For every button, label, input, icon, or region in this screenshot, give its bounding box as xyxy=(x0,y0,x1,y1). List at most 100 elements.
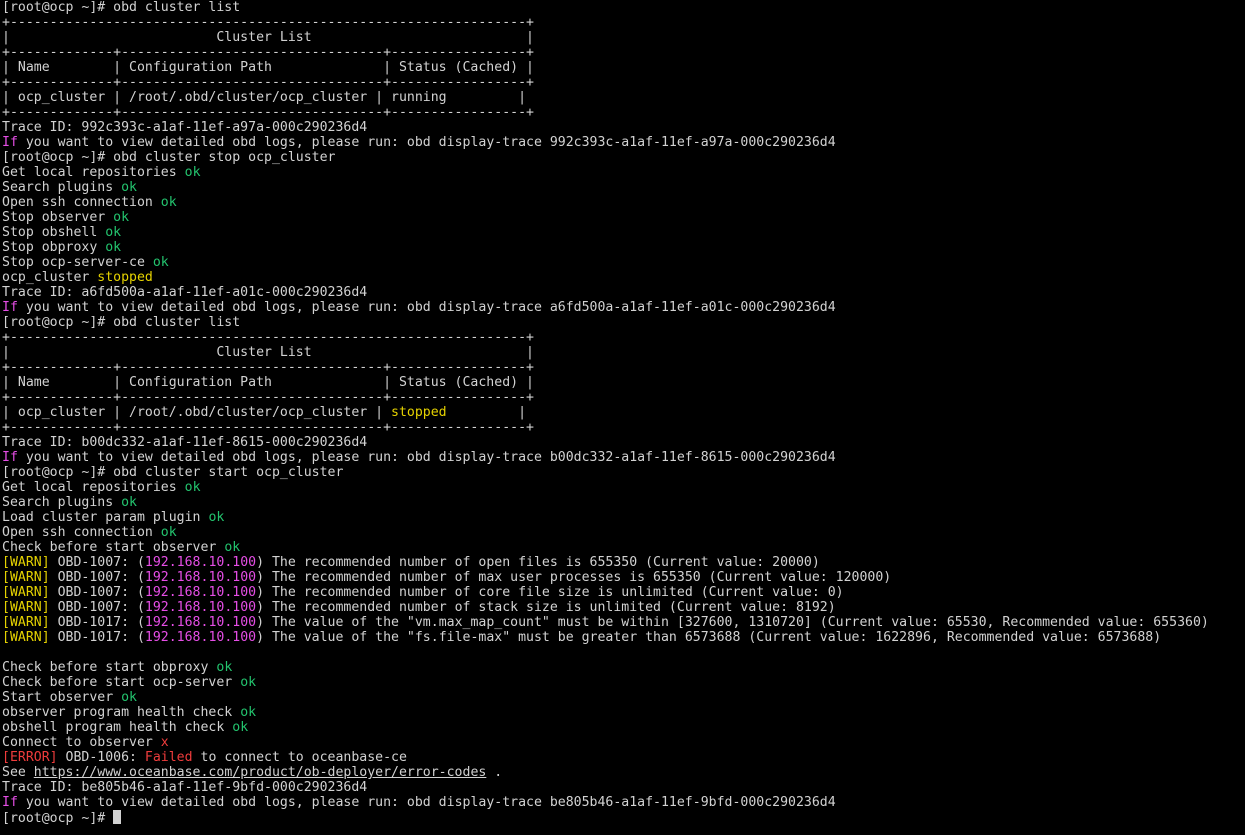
ip-address: 192.168.10.100 xyxy=(144,600,257,615)
line-text: Load cluster param plugin xyxy=(2,510,209,525)
line-text: Open ssh connection xyxy=(2,525,161,540)
terminal-line: +-------------+-------------------------… xyxy=(2,75,1245,90)
terminal-line: Trace ID: a6fd500a-a1af-11ef-a01c-000c29… xyxy=(2,285,1245,300)
line-text: Start observer xyxy=(2,690,122,705)
terminal-line: [WARN] OBD-1017: (192.168.10.100) The va… xyxy=(2,630,1245,645)
terminal-line: Search plugins ok xyxy=(2,495,1245,510)
terminal-line: [root@ocp ~]# obd cluster stop ocp_clust… xyxy=(2,150,1245,165)
terminal-line: Trace ID: be805b46-a1af-11ef-9bfd-000c29… xyxy=(2,780,1245,795)
terminal-line: [root@ocp ~]# obd cluster list xyxy=(2,0,1245,15)
terminal-line: If you want to view detailed obd logs, p… xyxy=(2,135,1245,150)
terminal-line: | Cluster List | xyxy=(2,345,1245,360)
text-cursor xyxy=(113,810,122,824)
terminal-line: Load cluster param plugin ok xyxy=(2,510,1245,525)
line-text: | Name | Configuration Path | Status (Ca… xyxy=(2,375,534,390)
line-text: +-------------+-------------------------… xyxy=(2,420,534,435)
warn-tag: [WARN] xyxy=(2,600,50,615)
status-ok: ok xyxy=(232,720,249,735)
warn-tag: [WARN] xyxy=(2,585,50,600)
terminal-line: Search plugins ok xyxy=(2,180,1245,195)
line-text: Search plugins xyxy=(2,180,122,195)
line-text: OBD-1017: ( xyxy=(49,630,145,645)
warn-tag: [WARN] xyxy=(2,570,50,585)
status-stopped: stopped xyxy=(97,270,153,285)
line-text: you want to view detailed obd logs, plea… xyxy=(17,300,836,315)
line-text: Open ssh connection xyxy=(2,195,161,210)
line-text: Get local repositories xyxy=(2,165,185,180)
terminal-line: +-------------+-------------------------… xyxy=(2,420,1245,435)
line-text: ocp_cluster xyxy=(2,270,98,285)
line-text: | Name | Configuration Path | Status (Ca… xyxy=(2,60,534,75)
status-ok: ok xyxy=(152,255,169,270)
terminal-line: Get local repositories ok xyxy=(2,480,1245,495)
line-text: | Cluster List | xyxy=(2,345,534,360)
line-text: you want to view detailed obd logs, plea… xyxy=(17,795,836,810)
line-text: Stop obshell xyxy=(2,225,106,240)
status-ok: ok xyxy=(184,165,201,180)
line-text: Search plugins xyxy=(2,495,122,510)
ip-address: 192.168.10.100 xyxy=(144,585,257,600)
line-text: OBD-1007: ( xyxy=(49,585,145,600)
status-ok: ok xyxy=(121,690,137,705)
line-text: +-------------+-------------------------… xyxy=(2,390,534,405)
terminal-line: Check before start observer ok xyxy=(2,540,1245,555)
terminal-line: ocp_cluster stopped xyxy=(2,270,1245,285)
line-text: you want to view detailed obd logs, plea… xyxy=(17,450,836,465)
terminal-line: Check before start obproxy ok xyxy=(2,660,1245,675)
line-text: Stop ocp-server-ce xyxy=(2,255,153,270)
line-text: | ocp_cluster | /root/.obd/cluster/ocp_c… xyxy=(2,405,392,420)
terminal-line: [WARN] OBD-1007: (192.168.10.100) The re… xyxy=(2,585,1245,600)
line-text: Trace ID: a6fd500a-a1af-11ef-a01c-000c29… xyxy=(2,285,368,300)
status-ok: ok xyxy=(113,210,130,225)
line-text: | Cluster List | xyxy=(2,30,534,45)
status-ok: ok xyxy=(160,195,177,210)
line-text: OBD-1007: ( xyxy=(49,570,145,585)
terminal-line: [WARN] OBD-1007: (192.168.10.100) The re… xyxy=(2,600,1245,615)
line-text: ) The recommended number of stack size i… xyxy=(256,600,836,615)
line-text: Check before start observer xyxy=(2,540,225,555)
terminal-line: | Name | Configuration Path | Status (Ca… xyxy=(2,375,1245,390)
if-keyword: If xyxy=(2,135,18,150)
line-text: +---------------------------------------… xyxy=(2,330,534,345)
line-text: +-------------+-------------------------… xyxy=(2,105,534,120)
terminal-line: If you want to view detailed obd logs, p… xyxy=(2,795,1245,810)
line-text: +---------------------------------------… xyxy=(2,15,534,30)
line-text: ) The value of the "vm.max_map_count" mu… xyxy=(256,615,1209,630)
terminal-line: [root@ocp ~]# obd cluster list xyxy=(2,315,1245,330)
terminal-window[interactable]: [root@ocp ~]# obd cluster list +---------… xyxy=(0,0,1245,835)
line-text: +-------------+-------------------------… xyxy=(2,360,534,375)
line-text: Connect to observer xyxy=(2,735,161,750)
terminal-line: If you want to view detailed obd logs, p… xyxy=(2,300,1245,315)
status-ok: ok xyxy=(224,540,241,555)
line-text: Trace ID: 992c393c-a1af-11ef-a97a-000c29… xyxy=(2,120,368,135)
status-ok: ok xyxy=(160,525,177,540)
line-text: Check before start obproxy xyxy=(2,660,217,675)
terminal-line: +---------------------------------------… xyxy=(2,15,1245,30)
terminal-line: Trace ID: 992c393c-a1af-11ef-a97a-000c29… xyxy=(2,120,1245,135)
warn-tag: [WARN] xyxy=(2,615,50,630)
terminal-line: Stop obshell ok xyxy=(2,225,1245,240)
status-ok: ok xyxy=(121,180,137,195)
terminal-line: +---------------------------------------… xyxy=(2,330,1245,345)
line-text: [root@ocp ~]# obd cluster start ocp_clus… xyxy=(2,465,344,480)
line-text: [root@ocp ~]# obd cluster list xyxy=(2,0,241,15)
status-ok: ok xyxy=(240,705,257,720)
line-text: Trace ID: be805b46-a1af-11ef-9bfd-000c29… xyxy=(2,780,368,795)
line-text: OBD-1017: ( xyxy=(49,615,145,630)
error-codes-link[interactable]: https://www.oceanbase.com/product/ob-dep… xyxy=(34,765,487,780)
line-text: [root@ocp ~]# obd cluster list xyxy=(2,315,241,330)
terminal-line: Get local repositories ok xyxy=(2,165,1245,180)
line-text: obshell program health check xyxy=(2,720,233,735)
line-text: +-------------+-------------------------… xyxy=(2,45,534,60)
terminal-line: +-------------+-------------------------… xyxy=(2,360,1245,375)
terminal-line: [root@ocp ~]# obd cluster start ocp_clus… xyxy=(2,465,1245,480)
terminal-line: If you want to view detailed obd logs, p… xyxy=(2,450,1245,465)
terminal-line: +-------------+-------------------------… xyxy=(2,45,1245,60)
terminal-prompt-line[interactable]: [root@ocp ~]# xyxy=(2,810,1245,826)
terminal-line: | Cluster List | xyxy=(2,30,1245,45)
line-text: ) The recommended number of max user pro… xyxy=(256,570,892,585)
ip-address: 192.168.10.100 xyxy=(144,570,257,585)
line-text: | ocp_cluster | /root/.obd/cluster/ocp_c… xyxy=(2,90,527,105)
ip-address: 192.168.10.100 xyxy=(144,615,257,630)
